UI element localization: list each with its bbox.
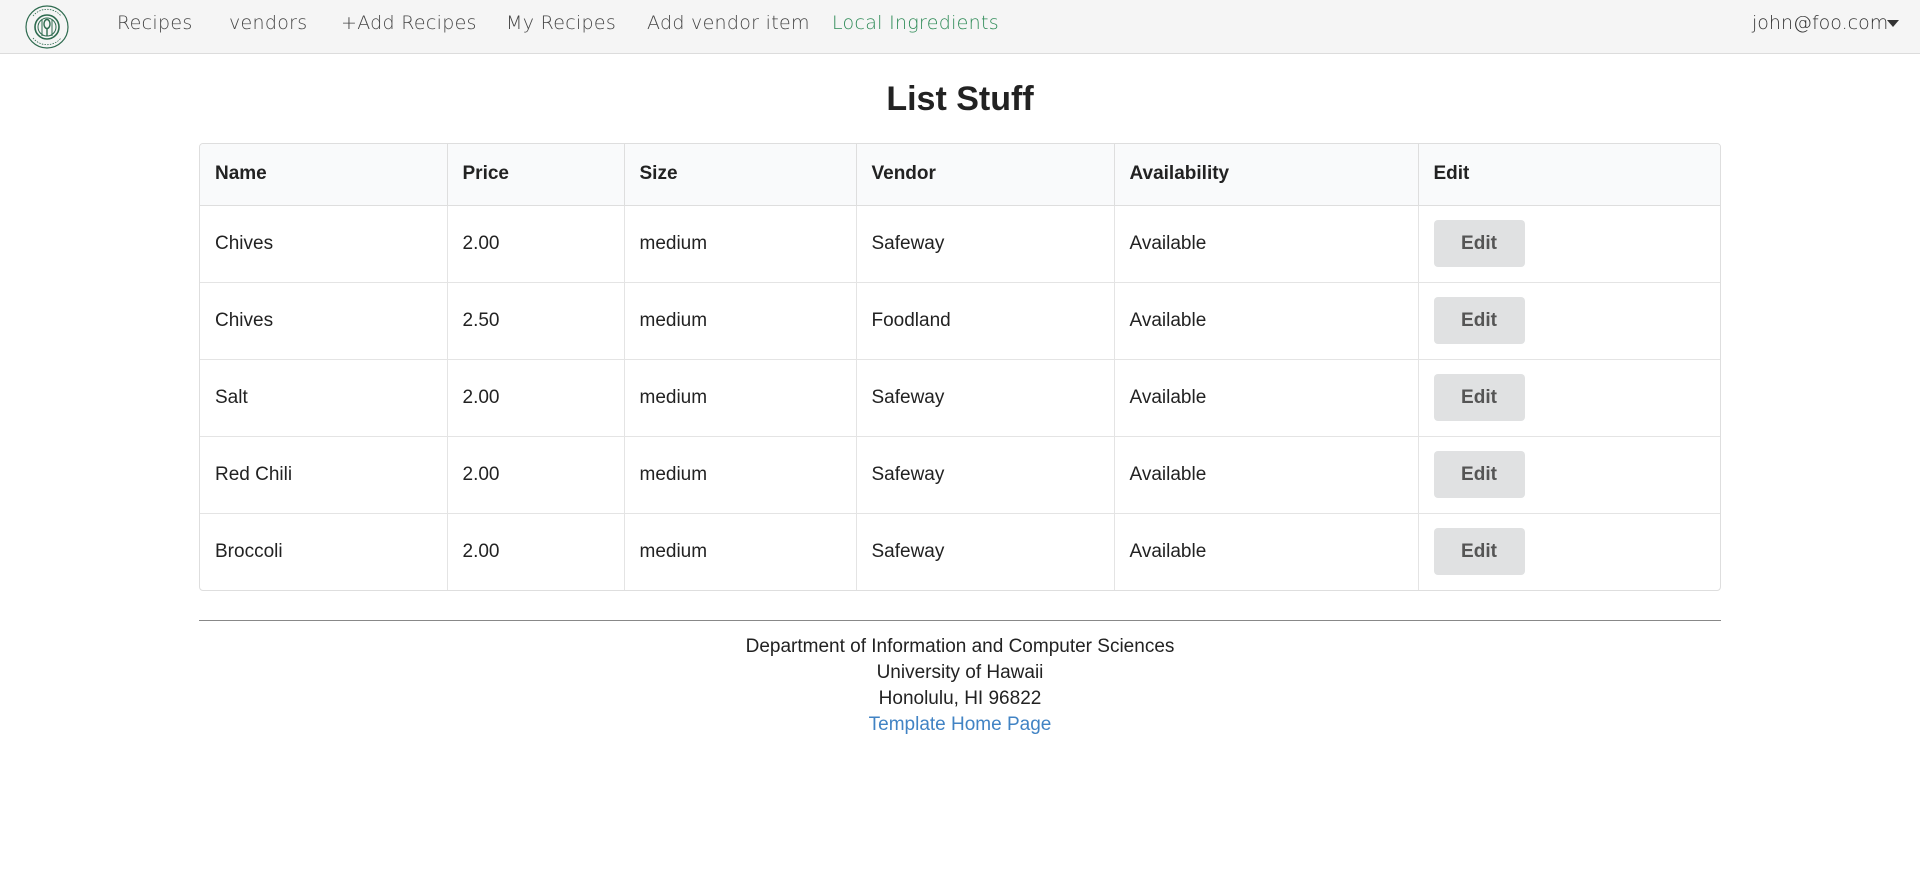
cell-size: medium [624, 205, 857, 283]
cell-size: medium [624, 513, 857, 590]
cell-availability: Available [1114, 436, 1419, 514]
cell-availability: Available [1114, 282, 1419, 360]
cell-price: 2.00 [447, 205, 625, 283]
cell-availability: Available [1114, 359, 1419, 437]
footer-university: University of Hawaii [876, 662, 1044, 683]
cell-vendor: Foodland [856, 282, 1115, 360]
nav-item-add-recipes[interactable]: +Add Recipes [341, 12, 477, 34]
table-row: Salt 2.00 medium Safeway Available Edit [200, 359, 1720, 437]
cell-vendor: Safeway [856, 205, 1115, 283]
column-header-size: Size [624, 144, 857, 206]
cell-availability: Available [1114, 205, 1419, 283]
table-row: Broccoli 2.00 medium Safeway Available E… [200, 513, 1720, 590]
cell-edit: Edit [1418, 205, 1720, 283]
edit-button[interactable]: Edit [1433, 528, 1525, 576]
user-menu[interactable]: john@foo.com [1752, 12, 1888, 34]
edit-button[interactable]: Edit [1433, 297, 1525, 344]
cell-price: 2.50 [447, 282, 625, 360]
edit-button[interactable]: Edit [1433, 374, 1525, 421]
nav-item-vendors[interactable]: vendors [229, 12, 307, 34]
column-header-vendor: Vendor [856, 144, 1115, 206]
cell-size: medium [624, 436, 857, 514]
chevron-down-icon[interactable] [1887, 20, 1899, 27]
cell-edit: Edit [1418, 436, 1720, 514]
top-navbar: Recipes vendors +Add Recipes My Recipes … [0, 0, 1920, 54]
cell-name: Red Chili [200, 436, 448, 514]
template-home-link[interactable]: Template Home Page [869, 714, 1052, 735]
ingredients-table: Name Price Size Vendor Availability Edit… [199, 143, 1721, 591]
cell-vendor: Safeway [856, 436, 1115, 514]
column-header-edit: Edit [1418, 144, 1720, 206]
nav-item-add-vendor-item[interactable]: Add vendor item [647, 12, 810, 34]
cell-name: Broccoli [200, 513, 448, 590]
cell-availability: Available [1114, 513, 1419, 590]
cell-name: Salt [200, 359, 448, 437]
cell-vendor: Safeway [856, 359, 1115, 437]
column-header-price: Price [447, 144, 625, 206]
cell-price: 2.00 [447, 513, 625, 590]
cell-name: Chives [200, 205, 448, 283]
cell-price: 2.00 [447, 359, 625, 437]
cell-edit: Edit [1418, 359, 1720, 437]
page-title: List Stuff [886, 80, 1034, 118]
footer-divider [199, 620, 1721, 621]
cell-edit: Edit [1418, 513, 1720, 590]
edit-button[interactable]: Edit [1433, 451, 1525, 498]
cell-size: medium [624, 359, 857, 437]
cell-price: 2.00 [447, 436, 625, 514]
column-header-availability: Availability [1114, 144, 1419, 206]
cell-edit: Edit [1418, 282, 1720, 360]
footer-address: Honolulu, HI 96822 [878, 688, 1042, 709]
table-row: Chives 2.50 medium Foodland Available Ed… [200, 282, 1720, 360]
nav-item-recipes[interactable]: Recipes [117, 12, 193, 34]
nav-item-my-recipes[interactable]: My Recipes [506, 12, 616, 34]
cell-name: Chives [200, 282, 448, 360]
site-logo-icon[interactable] [24, 4, 70, 50]
footer: Department of Information and Computer S… [0, 634, 1920, 738]
table-row: Chives 2.00 medium Safeway Available Edi… [200, 205, 1720, 283]
edit-button[interactable]: Edit [1433, 220, 1525, 267]
table-header-row: Name Price Size Vendor Availability Edit [200, 144, 1720, 206]
cell-vendor: Safeway [856, 513, 1115, 590]
nav-item-local-ingredients[interactable]: Local Ingredients [832, 12, 999, 34]
column-header-name: Name [200, 144, 448, 206]
footer-department: Department of Information and Computer S… [745, 636, 1175, 657]
table-row: Red Chili 2.00 medium Safeway Available … [200, 436, 1720, 514]
cell-size: medium [624, 282, 857, 360]
